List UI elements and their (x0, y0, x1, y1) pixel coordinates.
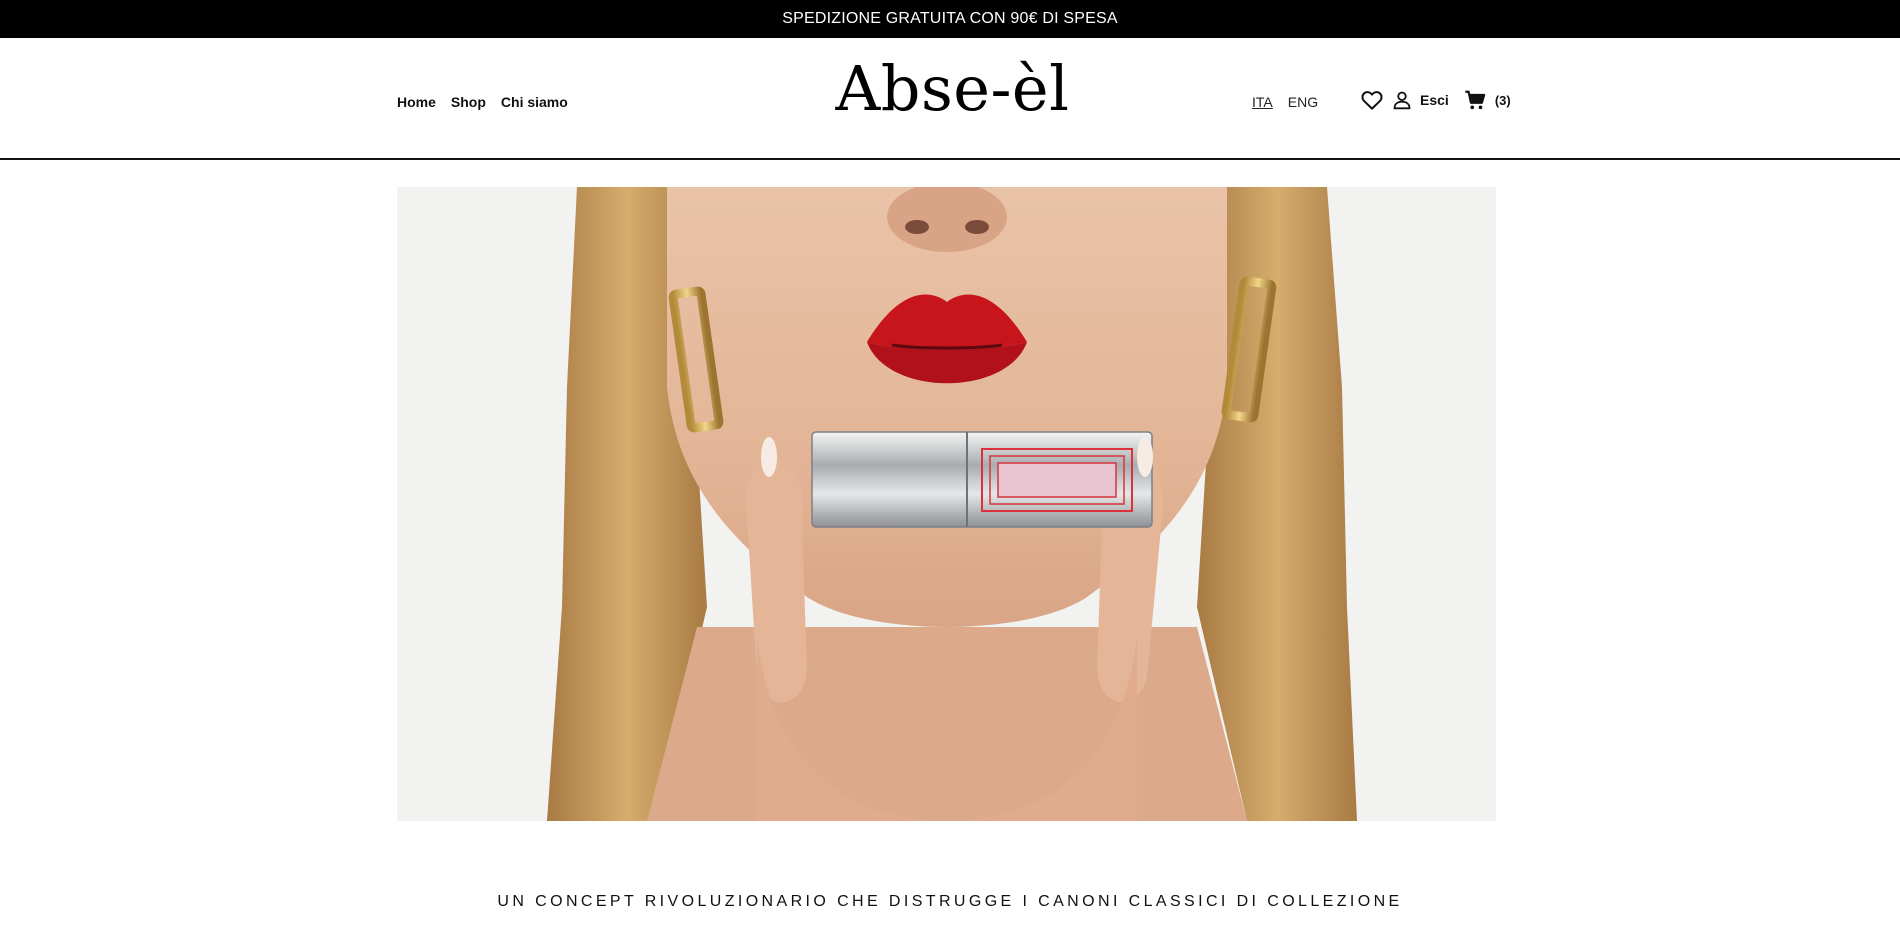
language-switcher: ITA ENG (1252, 94, 1318, 110)
cart-icon[interactable] (1463, 88, 1487, 112)
user-tools: Esci (3) (1360, 88, 1511, 112)
promo-text: SPEDIZIONE GRATUITA CON 90€ DI SPESA (782, 10, 1118, 27)
lang-eng[interactable]: ENG (1288, 94, 1318, 110)
hero-image[interactable] (397, 187, 1496, 821)
tagline: UN CONCEPT RIVOLUZIONARIO CHE DISTRUGGE … (497, 893, 1403, 910)
lang-ita[interactable]: ITA (1252, 94, 1273, 110)
hero-illustration (397, 187, 1496, 821)
nav-shop-link[interactable]: Shop (451, 94, 486, 110)
site-logo[interactable]: Abse-èl (820, 58, 1085, 120)
heart-icon[interactable] (1360, 88, 1384, 112)
main-nav: Home Shop Chi siamo (397, 94, 568, 110)
user-icon[interactable] (1390, 88, 1414, 112)
site-header: Home Shop Chi siamo Abse-èl ITA ENG Esci (0, 38, 1900, 160)
logout-link[interactable]: Esci (1420, 92, 1449, 108)
promo-bar: SPEDIZIONE GRATUITA CON 90€ DI SPESA (0, 0, 1900, 38)
cart-count[interactable]: (3) (1495, 93, 1511, 108)
nav-about-link[interactable]: Chi siamo (501, 94, 568, 110)
nav-home-link[interactable]: Home (397, 94, 436, 110)
